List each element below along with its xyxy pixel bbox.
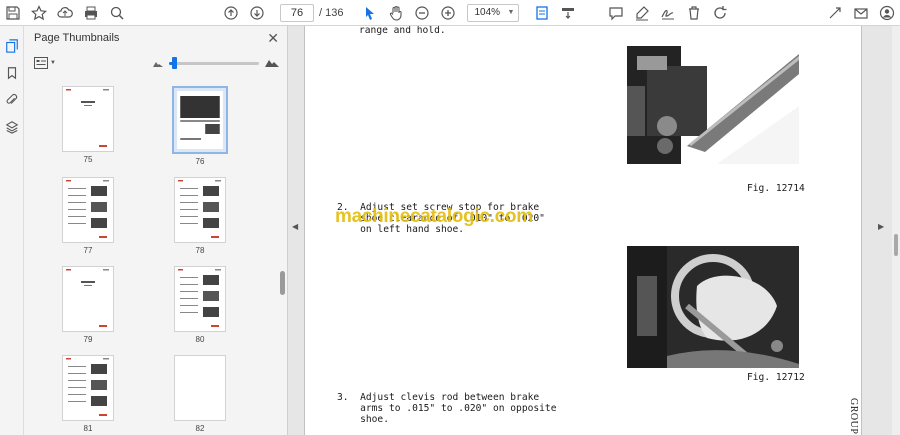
doc-text-range-hold: range and hold. <box>359 26 446 36</box>
page-number-input[interactable]: 76 <box>280 3 314 22</box>
zoom-search-icon[interactable] <box>104 0 130 26</box>
email-icon[interactable] <box>848 0 874 26</box>
thumbnail-page-number: 76 <box>195 157 205 166</box>
figure-caption-12712: Fig. 12712 <box>747 372 805 383</box>
thumbnail-item[interactable]: 80 <box>144 266 256 345</box>
thumbnail-page-number: 82 <box>195 424 205 433</box>
thumbnail-page-number: 78 <box>195 246 205 255</box>
doc-text-step3-line1: 3. Adjust clevis rod between brake <box>337 392 540 403</box>
page-thumbnail[interactable] <box>62 266 114 332</box>
page-thumbnail[interactable] <box>62 177 114 243</box>
page-thumbnail[interactable] <box>174 266 226 332</box>
chevron-down-icon: ▼ <box>507 9 515 16</box>
highlight-pen-icon[interactable] <box>629 0 655 26</box>
main-toolbar: 76 / 136 104% ▼ <box>0 0 900 26</box>
rotate-icon[interactable] <box>707 0 733 26</box>
thumbnail-item[interactable]: 78 <box>144 177 256 256</box>
zoom-level-value: 104% <box>474 7 501 18</box>
upload-icon[interactable] <box>52 0 78 26</box>
thumbnail-page-number: 80 <box>195 335 205 344</box>
figure-caption-12714: Fig. 12714 <box>747 183 805 194</box>
document-scrollbar-thumb[interactable] <box>894 234 898 256</box>
zoom-out-icon[interactable] <box>409 0 435 26</box>
page-thumbnails-panel: Page Thumbnails ✕ ▼ 75 76 77 78 79 80 81 82 <box>24 26 288 435</box>
thumbnail-scrollbar[interactable] <box>280 76 285 435</box>
collapse-left-icon[interactable]: ◀ <box>292 222 300 234</box>
left-tool-rail <box>0 26 24 435</box>
watermark-text: machinecatalogic.com <box>335 206 533 227</box>
doc-text-step3-line2: arms to .015" to .020" on opposite <box>337 403 557 414</box>
page-fit-icon[interactable] <box>529 0 555 26</box>
bookmark-star-icon[interactable] <box>26 0 52 26</box>
print-icon[interactable] <box>78 0 104 26</box>
thumbnail-item[interactable]: 79 <box>32 266 144 345</box>
thumbnail-page-number: 75 <box>83 155 93 164</box>
save-icon[interactable] <box>0 0 26 26</box>
account-icon[interactable] <box>874 0 900 26</box>
bookmarks-icon[interactable] <box>0 59 24 86</box>
thumbnail-page-number: 81 <box>83 424 93 433</box>
thumbnail-item[interactable]: 81 <box>32 355 144 434</box>
page-thumbnail[interactable] <box>174 355 226 421</box>
comment-icon[interactable] <box>603 0 629 26</box>
close-icon[interactable]: ✕ <box>267 31 279 45</box>
group-side-label: GROUP <box>848 398 859 435</box>
zoom-level-select[interactable]: 104% ▼ <box>467 3 520 22</box>
pdf-page: range and hold. Fig. 12714 2. Adjust set… <box>304 26 862 435</box>
panel-title: Page Thumbnails <box>34 32 120 44</box>
thumbnails-icon[interactable] <box>0 32 24 59</box>
page-up-icon[interactable] <box>218 0 244 26</box>
thumbnail-page-number: 79 <box>83 335 93 344</box>
page-thumbnail[interactable] <box>62 355 114 421</box>
pdf-viewer-window: 76 / 136 104% ▼ Page Thumbnails ✕ ▼ 75 7… <box>0 0 900 435</box>
document-view[interactable]: ◀ range and hold. Fig. 12714 2. Adjust s… <box>288 26 900 435</box>
scrollbar-thumb[interactable] <box>280 271 285 295</box>
small-mountain-icon <box>153 54 163 72</box>
share-link-icon[interactable] <box>822 0 848 26</box>
thumbnail-item[interactable]: 75 <box>32 86 144 167</box>
attachments-icon[interactable] <box>0 86 24 113</box>
thumbnail-item[interactable]: 82 <box>144 355 256 434</box>
thumbnail-page-number: 77 <box>83 246 93 255</box>
page-down-icon[interactable] <box>244 0 270 26</box>
thumbnail-list: 75 76 77 78 79 80 81 82 <box>32 76 278 435</box>
photo-fig-12712 <box>627 246 799 368</box>
options-menu-icon <box>34 57 48 69</box>
zoom-in-icon[interactable] <box>435 0 461 26</box>
page-thumbnail[interactable] <box>174 177 226 243</box>
thumbnail-size-slider[interactable] <box>169 56 259 69</box>
page-total-label: / 136 <box>319 6 344 19</box>
document-scrollbar[interactable] <box>892 26 900 435</box>
select-arrow-icon[interactable] <box>357 0 383 26</box>
hand-icon[interactable] <box>383 0 409 26</box>
sign-icon[interactable] <box>655 0 681 26</box>
photo-fig-12714 <box>627 46 799 164</box>
scroll-mode-icon[interactable] <box>555 0 581 26</box>
chevron-down-icon: ▼ <box>50 60 56 66</box>
layers-icon[interactable] <box>0 113 24 140</box>
large-mountain-icon <box>265 54 279 72</box>
delete-icon[interactable] <box>681 0 707 26</box>
doc-text-step3-line3: shoe. <box>337 414 389 425</box>
page-thumbnail[interactable] <box>172 86 228 154</box>
slider-handle[interactable] <box>171 56 177 69</box>
thumbnail-item[interactable]: 77 <box>32 177 144 256</box>
collapse-right-icon[interactable]: ▶ <box>878 222 886 234</box>
page-thumbnail[interactable] <box>62 86 114 152</box>
thumbnail-options-button[interactable]: ▼ <box>34 57 56 69</box>
thumbnail-item[interactable]: 76 <box>144 86 256 167</box>
